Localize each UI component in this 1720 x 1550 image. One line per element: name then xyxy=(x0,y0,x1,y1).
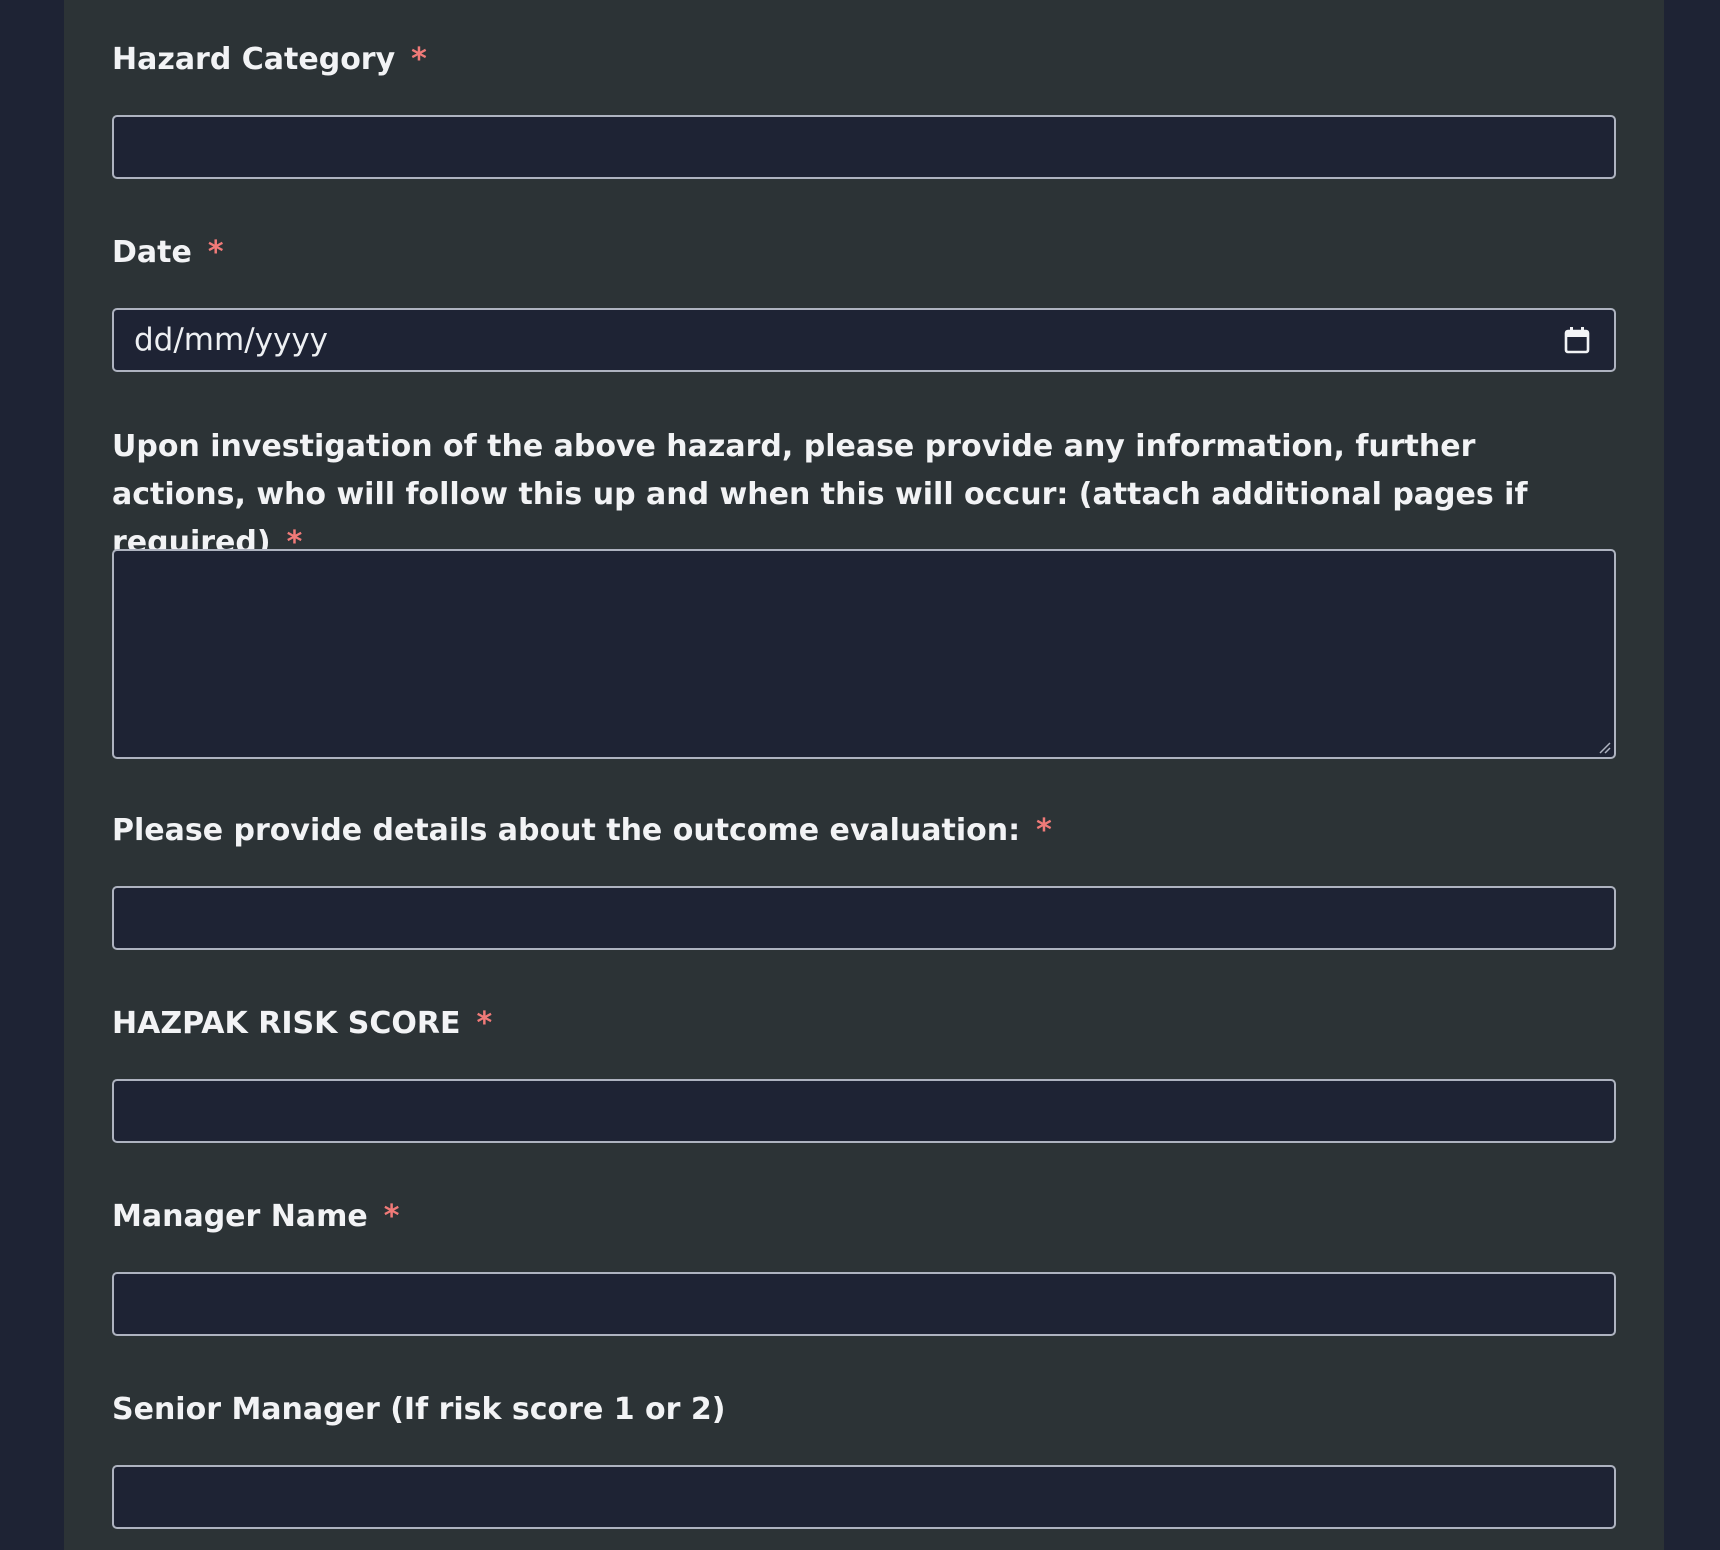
required-asterisk: * xyxy=(383,1199,400,1234)
form-panel: Hazard Category * Date * dd/mm/yyyy Upon i… xyxy=(64,0,1664,1550)
manager-name-label-text: Manager Name xyxy=(112,1199,368,1234)
required-asterisk: * xyxy=(207,235,224,270)
senior-manager-field: Senior Manager (If risk score 1 or 2) xyxy=(112,1386,1616,1529)
investigation-textarea[interactable] xyxy=(112,549,1616,759)
outcome-label-text: Please provide details about the outcome… xyxy=(112,813,1021,848)
risk-score-field: HAZPAK RISK SCORE * xyxy=(112,1000,1616,1143)
outcome-input[interactable] xyxy=(112,886,1616,950)
required-asterisk: * xyxy=(411,42,427,77)
required-asterisk: * xyxy=(1036,813,1052,848)
manager-name-field: Manager Name * xyxy=(112,1193,1616,1336)
resize-grip-icon[interactable] xyxy=(1596,739,1612,755)
outcome-label: Please provide details about the outcome… xyxy=(112,807,1616,855)
manager-name-label: Manager Name * xyxy=(112,1193,1616,1241)
risk-score-label-text: HAZPAK RISK SCORE xyxy=(112,1006,461,1041)
investigation-label: Upon investigation of the above hazard, … xyxy=(112,423,1616,567)
date-label: Date * xyxy=(112,229,1616,277)
hazard-category-label-text: Hazard Category xyxy=(112,42,396,77)
date-field: Date * dd/mm/yyyy xyxy=(112,229,1616,372)
investigation-label-text: Upon investigation of the above hazard, … xyxy=(112,429,1528,560)
hazard-category-input[interactable] xyxy=(112,115,1616,179)
hazard-category-field: Hazard Category * xyxy=(112,36,1616,179)
required-asterisk: * xyxy=(476,1006,493,1041)
date-placeholder: dd/mm/yyyy xyxy=(134,322,329,358)
risk-score-label: HAZPAK RISK SCORE * xyxy=(112,1000,1616,1048)
investigation-field: Upon investigation of the above hazard, … xyxy=(112,423,1616,759)
risk-score-input[interactable] xyxy=(112,1079,1616,1143)
hazard-category-label: Hazard Category * xyxy=(112,36,1616,84)
date-label-text: Date xyxy=(112,235,192,270)
calendar-icon[interactable] xyxy=(1564,326,1590,354)
outcome-field: Please provide details about the outcome… xyxy=(112,807,1616,950)
senior-manager-label: Senior Manager (If risk score 1 or 2) xyxy=(112,1392,726,1427)
senior-manager-input[interactable] xyxy=(112,1465,1616,1529)
date-input[interactable]: dd/mm/yyyy xyxy=(112,308,1616,372)
manager-name-input[interactable] xyxy=(112,1272,1616,1336)
